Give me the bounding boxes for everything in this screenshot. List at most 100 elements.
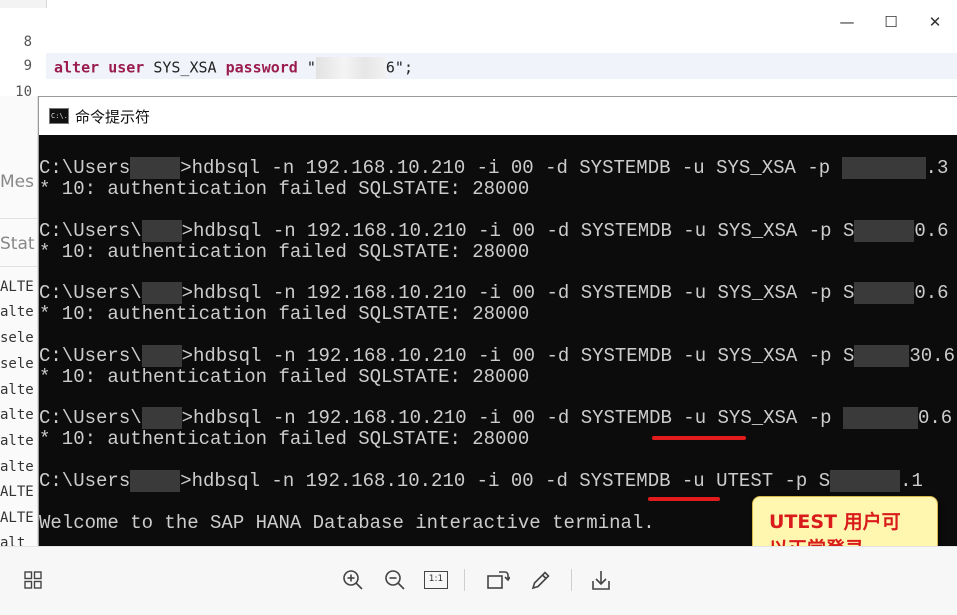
prompt-path: C:\Users\ bbox=[39, 407, 142, 430]
command-text: >hdbsql -n 192.168.10.210 -i 00 -d SYSTE… bbox=[181, 407, 718, 430]
zoom-out-icon[interactable] bbox=[382, 567, 408, 593]
keyword-password: password bbox=[225, 58, 298, 77]
command-text: -p S bbox=[773, 469, 831, 492]
prompt-path: C:\Users\ bbox=[39, 219, 142, 242]
list-item[interactable]: alte bbox=[0, 433, 38, 449]
toolbar-divider bbox=[464, 569, 465, 591]
redacted-password bbox=[830, 469, 901, 492]
error-line: * 10: authentication failed SQLSTATE: 28… bbox=[39, 365, 530, 388]
command-line: C:\Users\ >hdbsql -n 192.168.10.210 -i 00… bbox=[39, 344, 955, 367]
callout-line-1: UTEST 用户可 bbox=[769, 511, 901, 533]
identifier: SYS_XSA bbox=[153, 58, 217, 77]
divider bbox=[0, 218, 38, 219]
error-line: * 10: authentication failed SQLSTATE: 28… bbox=[39, 428, 530, 450]
redacted-username bbox=[130, 157, 181, 179]
command-text: -p S bbox=[797, 344, 855, 367]
welcome-line: Welcome to the SAP HANA Database interac… bbox=[39, 511, 655, 534]
cmd-titlebar[interactable]: C:\. 命令提示符 bbox=[39, 97, 957, 135]
list-item[interactable]: alte bbox=[0, 382, 38, 398]
redacted-username bbox=[130, 469, 181, 492]
cmd-app-icon: C:\. bbox=[49, 108, 69, 124]
edit-icon[interactable] bbox=[528, 567, 554, 593]
window-top-strip bbox=[0, 0, 957, 8]
list-item[interactable]: ALTE bbox=[0, 510, 38, 526]
password-tail: 30.6 bbox=[909, 344, 955, 367]
list-item[interactable]: sele bbox=[0, 356, 38, 372]
maximize-button[interactable]: ☐ bbox=[869, 8, 913, 36]
command-text: >hdbsql -n 192.168.10.210 -i 00 -d SYSTE… bbox=[180, 157, 717, 180]
password-tail: 0.6 bbox=[914, 219, 949, 242]
redacted-password bbox=[315, 57, 386, 79]
command-line: C:\Users\ >hdbsql -n 192.168.10.210 -i 00… bbox=[39, 282, 949, 304]
user-arg: SYS_XSA bbox=[717, 219, 798, 242]
command-prompt-window[interactable]: C:\. 命令提示符 C:\Users >hdbsql -n 192.168.10… bbox=[38, 96, 957, 546]
redacted-username bbox=[141, 407, 182, 429]
user-arg: UTEST bbox=[716, 469, 774, 492]
minimize-button[interactable]: — bbox=[825, 8, 869, 36]
list-item[interactable]: ALTE bbox=[0, 279, 38, 295]
command-line: C:\Users\ >hdbsql -n 192.168.10.210 -i 00… bbox=[39, 407, 952, 429]
code-line-9[interactable]: alter user SYS_XSA password " 6"; bbox=[54, 57, 413, 79]
actual-size-label: 1:1 bbox=[424, 571, 448, 589]
list-item[interactable]: alte bbox=[0, 459, 38, 475]
sql-editor[interactable]: 8 9 10 alter user SYS_XSA password " 6"; bbox=[0, 34, 957, 100]
error-line: * 10: authentication failed SQLSTATE: 28… bbox=[39, 303, 530, 325]
list-item[interactable]: alte bbox=[0, 407, 38, 423]
keyword-user: user bbox=[108, 58, 145, 77]
string-tail: 6"; bbox=[385, 58, 413, 77]
password-tail: 0.6 bbox=[917, 407, 953, 430]
redacted-password bbox=[842, 407, 918, 429]
command-text: >hdbsql -n 192.168.10.210 -i 00 -d SYSTE… bbox=[180, 469, 717, 492]
command-text: -p bbox=[797, 407, 843, 430]
close-button[interactable]: ✕ bbox=[913, 8, 957, 36]
command-line: C:\Users\ >hdbsql -n 192.168.10.210 -i 00… bbox=[39, 219, 949, 242]
prompt-path: C:\Users bbox=[39, 469, 131, 492]
list-item[interactable]: sele bbox=[0, 330, 38, 346]
redacted-password bbox=[854, 219, 915, 242]
line-number: 9 bbox=[23, 58, 32, 74]
actual-size-icon[interactable]: 1:1 bbox=[423, 567, 449, 593]
divider bbox=[0, 266, 38, 267]
redacted-username bbox=[141, 219, 182, 242]
messages-tab[interactable]: Mes bbox=[0, 172, 38, 192]
grid-view-icon[interactable] bbox=[20, 567, 46, 593]
command-text: >hdbsql -n 192.168.10.210 -i 00 -d SYSTE… bbox=[181, 344, 718, 367]
string-open: " bbox=[306, 58, 316, 77]
password-tail: 0.6 bbox=[914, 282, 949, 305]
redacted-username bbox=[141, 344, 182, 367]
prompt-path: C:\Users\ bbox=[39, 282, 142, 305]
window-top-inner bbox=[46, 0, 957, 8]
toolbar-divider bbox=[571, 569, 572, 591]
redacted-password bbox=[854, 344, 910, 367]
user-arg: SYS_XSA bbox=[717, 344, 798, 367]
command-text: >hdbsql -n 192.168.10.210 -i 00 -d SYSTE… bbox=[181, 219, 718, 242]
list-item[interactable]: ALTE bbox=[0, 484, 38, 500]
redacted-username bbox=[141, 282, 182, 304]
error-line: * 10: authentication failed SQLSTATE: 28… bbox=[39, 240, 530, 263]
user-arg: SYS_XSA bbox=[716, 157, 796, 180]
user-arg: SYS_XSA bbox=[717, 282, 798, 305]
prompt-path: C:\Users bbox=[39, 157, 131, 180]
window-controls: — ☐ ✕ bbox=[825, 8, 957, 36]
keyword-alter: alter bbox=[54, 58, 100, 77]
list-item[interactable]: alte bbox=[0, 304, 38, 320]
user-arg: SYS_XSA bbox=[717, 407, 798, 430]
underline-sys-xsa bbox=[652, 436, 746, 440]
prompt-path: C:\Users\ bbox=[39, 344, 142, 367]
redacted-password bbox=[841, 157, 926, 179]
command-text: -p bbox=[795, 157, 842, 180]
viewer-toolbar: 1:1 bbox=[0, 546, 957, 615]
command-text: >hdbsql -n 192.168.10.210 -i 00 -d SYSTE… bbox=[181, 282, 718, 305]
save-icon[interactable] bbox=[588, 567, 614, 593]
statements-tab[interactable]: Stat bbox=[0, 234, 38, 254]
command-text: -p S bbox=[797, 219, 855, 242]
zoom-in-icon[interactable] bbox=[340, 567, 366, 593]
line-number: 8 bbox=[23, 34, 32, 50]
password-tail: .1 bbox=[900, 469, 923, 492]
left-panel: Mes Stat ALTE alte sele sele alte alte a… bbox=[0, 96, 38, 551]
error-line: * 10: authentication failed SQLSTATE: 28… bbox=[39, 178, 530, 200]
redacted-password bbox=[854, 282, 915, 304]
rotate-icon[interactable] bbox=[485, 567, 511, 593]
underline-utest bbox=[648, 497, 720, 501]
command-line: C:\Users >hdbsql -n 192.168.10.210 -i 00 … bbox=[39, 469, 923, 492]
